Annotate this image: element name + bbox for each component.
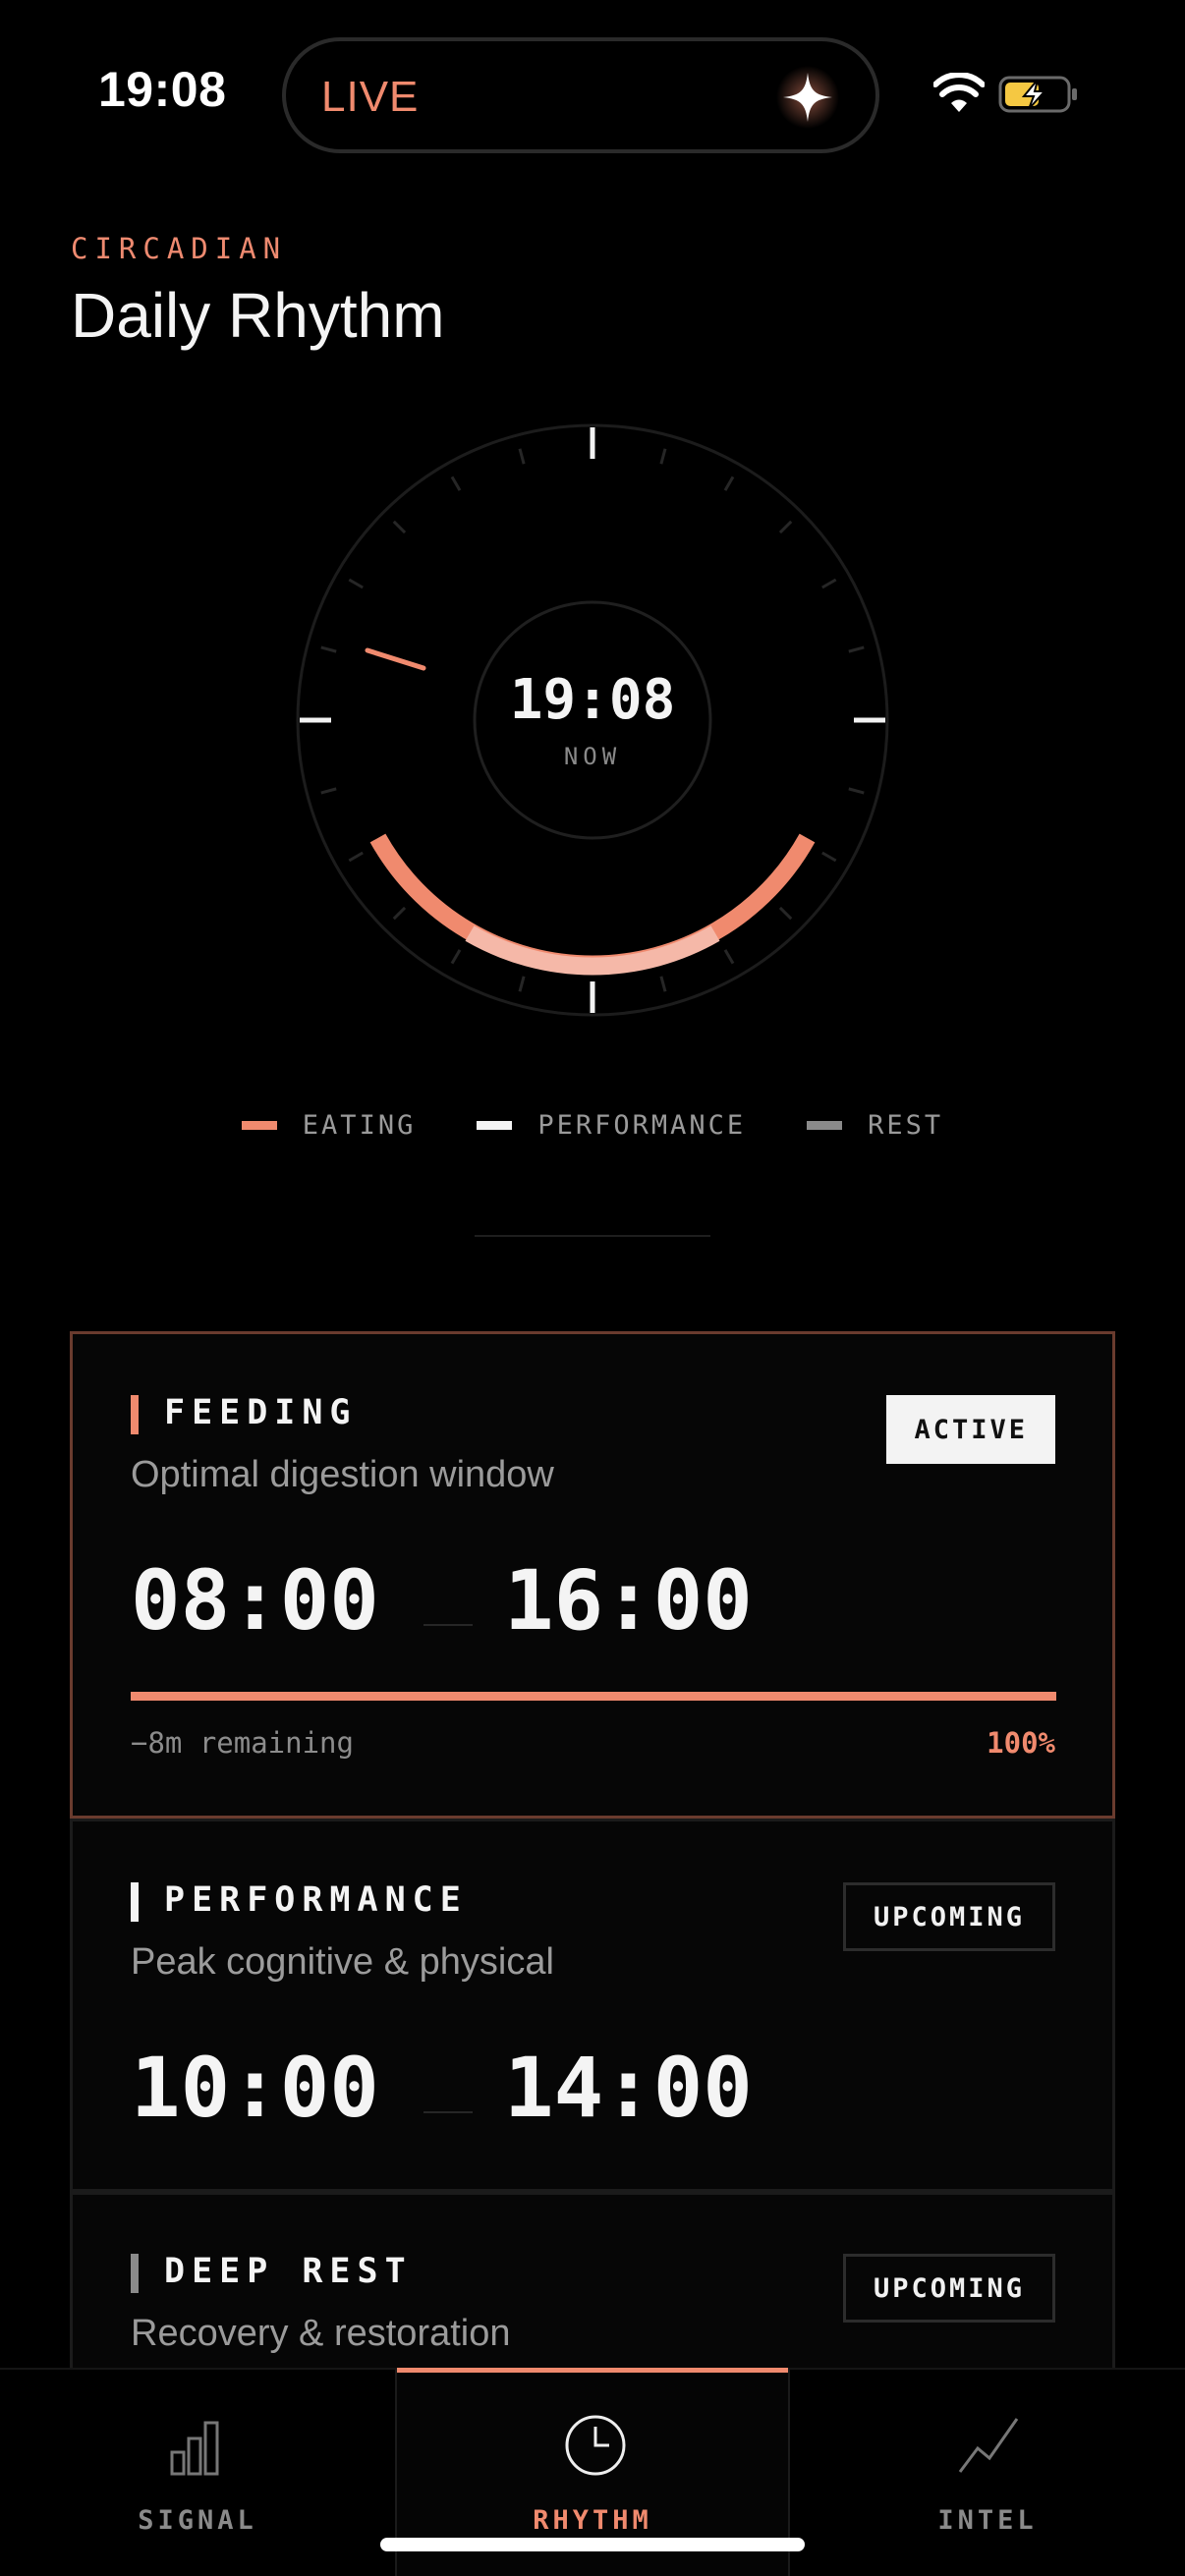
dial-minor-tick [723,476,735,491]
dial-minor-tick [320,645,337,653]
window-progress-bar [131,1692,1056,1701]
legend-swatch [241,1121,277,1130]
battery-charging-icon [998,76,1077,113]
status-badge: UPCOMING [842,2254,1055,2323]
tab-label: INTEL [937,2505,1038,2536]
tab-signal[interactable]: SIGNAL [0,2370,395,2576]
status-time: 19:08 [98,62,227,117]
legend-label: EATING [302,1110,417,1141]
tab-label: RHYTHM [533,2505,652,2536]
dial-minor-tick [518,448,526,465]
card-title: FEEDING [164,1393,358,1432]
legend-item-performance: PERFORMANCE [477,1110,746,1141]
legend-swatch [807,1121,843,1130]
trend-line-icon [958,2418,1019,2473]
card-accent-bar [131,1882,139,1922]
time-separator [423,1624,473,1626]
status-badge: ACTIVE [886,1395,1055,1464]
bar-chart-icon [170,2421,219,2476]
legend-item-rest: REST [807,1110,943,1141]
dial-minor-tick [392,520,407,534]
dial-minor-tick [659,448,667,465]
dial-minor-tick [821,851,837,863]
dial-minor-tick [320,787,337,795]
dial-minor-tick [450,476,462,491]
dial-minor-tick [450,949,462,965]
dial-minor-tick [518,976,526,992]
page-title: Daily Rhythm [71,280,445,351]
sparkle-icon [776,66,839,129]
card-title: PERFORMANCE [164,1880,468,1920]
card-accent-bar [131,1395,139,1434]
card-description: Peak cognitive & physical [131,1941,554,1983]
performance-window-card[interactable]: PERFORMANCE Peak cognitive & physical UP… [70,1819,1115,2192]
legend-label: REST [868,1110,944,1141]
clock-icon [565,2415,626,2476]
legend-item-eating: EATING [241,1110,417,1141]
dial-minor-tick [821,578,837,589]
window-start-time: 08:00 [131,1552,379,1649]
window-start-time: 10:00 [131,2040,379,2136]
live-label: LIVE [321,73,420,121]
legend-swatch [477,1121,513,1130]
section-divider [475,1235,710,1237]
progress-percent: 100% [987,1726,1055,1760]
feeding-window-card[interactable]: FEEDING Optimal digestion window ACTIVE … [70,1331,1115,1819]
time-separator [423,2111,473,2113]
window-end-time: 16:00 [504,1552,753,1649]
dial-legend: EATING PERFORMANCE REST [0,1110,1185,1141]
legend-label: PERFORMANCE [537,1110,747,1141]
dial-minor-tick [348,851,364,863]
dial-minor-tick [723,949,735,965]
dial-minor-tick [659,976,667,992]
dial-minor-tick [778,520,793,534]
dial-minor-tick [392,906,407,921]
now-hand [365,647,426,671]
card-accent-bar [131,2254,139,2293]
time-remaining: −8m remaining [131,1726,354,1760]
card-title: DEEP REST [164,2252,413,2291]
dial-minor-tick [348,578,364,589]
home-indicator [380,2538,805,2551]
tab-intel[interactable]: INTEL [790,2370,1185,2576]
dial-minor-tick [778,906,793,921]
wifi-icon [933,73,985,112]
card-description: Optimal digestion window [131,1454,554,1495]
dial-now-label: NOW [563,743,622,770]
live-activity-island[interactable]: LIVE [282,37,879,153]
dial-minor-tick [848,787,865,795]
dial-minor-tick [848,645,865,653]
card-description: Recovery & restoration [131,2313,511,2354]
window-end-time: 14:00 [504,2040,753,2136]
dial-time: 19:08 [509,668,676,732]
section-eyebrow: CIRCADIAN [71,232,288,265]
status-badge: UPCOMING [842,1882,1055,1951]
tab-label: SIGNAL [138,2505,257,2536]
progress-fill [131,1692,1056,1701]
